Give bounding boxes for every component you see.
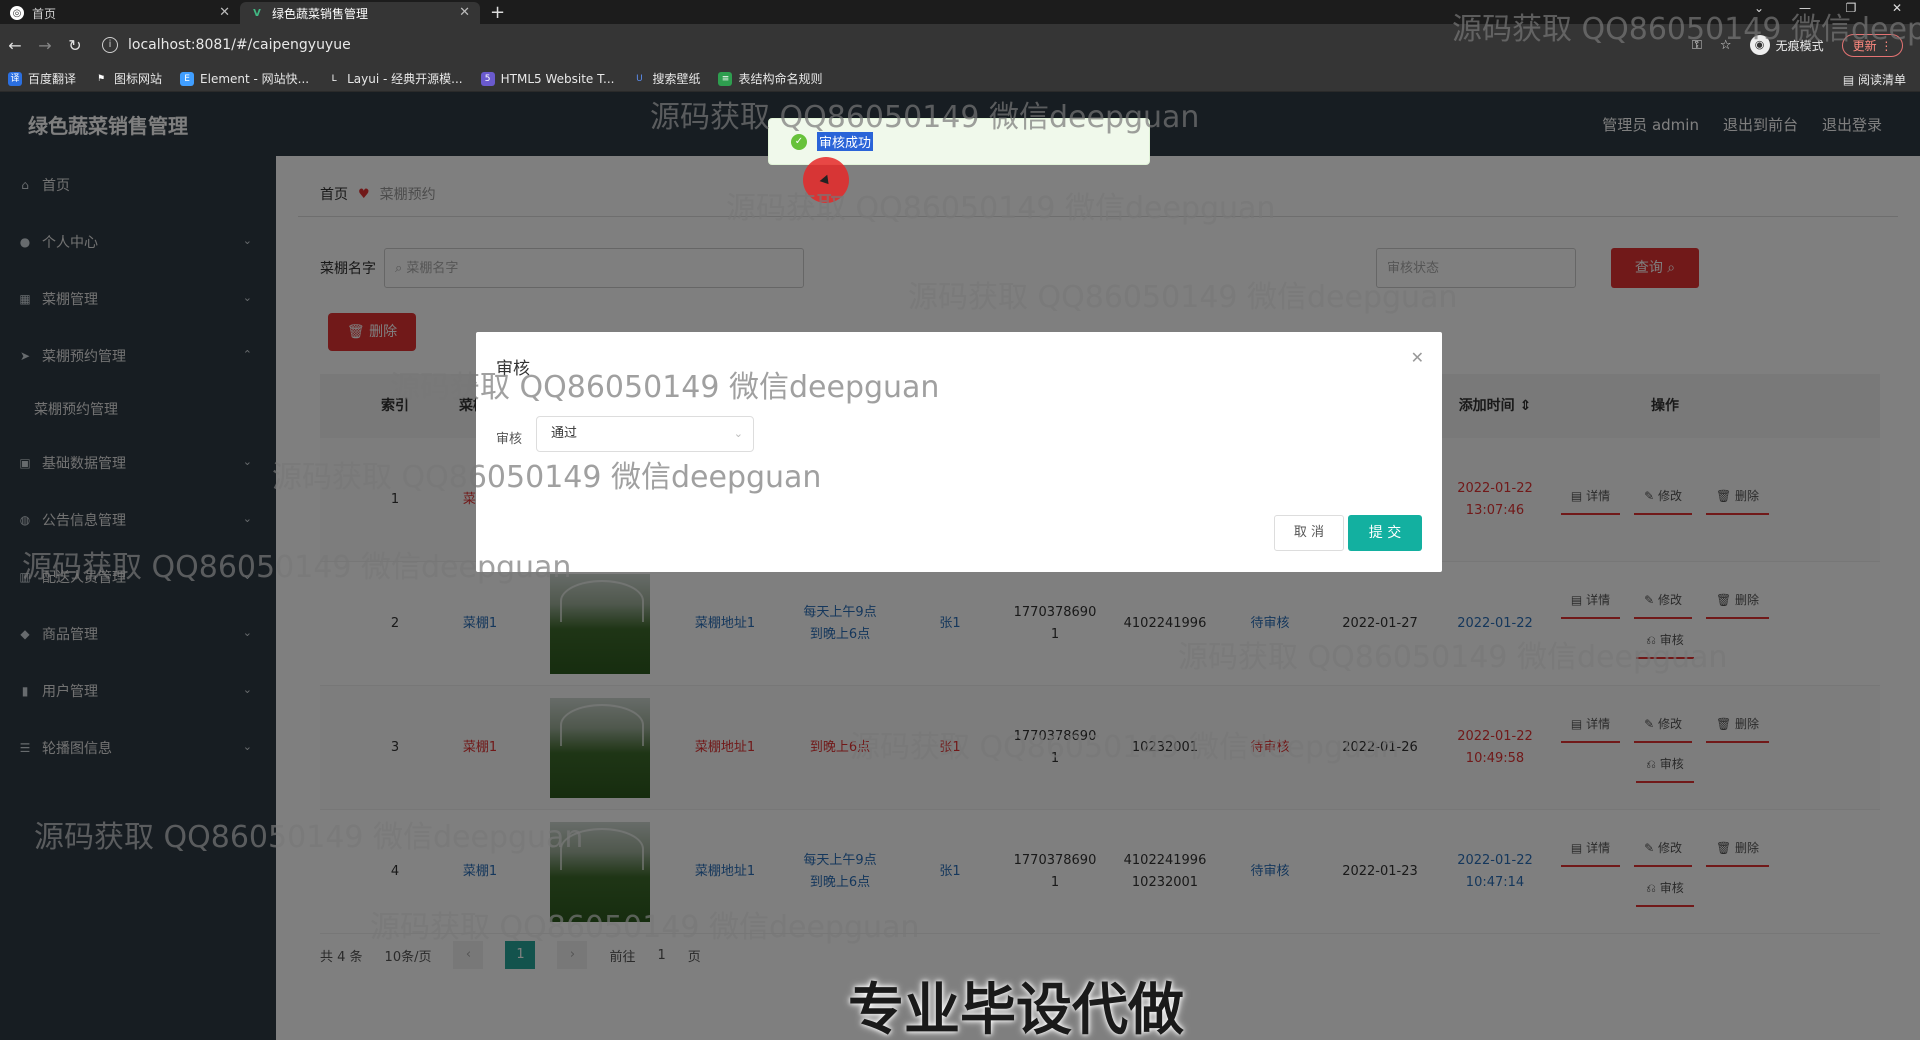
reading-list-label: 阅读清单	[1857, 73, 1906, 87]
bookmark-label: HTML5 Website T...	[500, 71, 615, 86]
flag-icon: ⚑	[96, 73, 106, 84]
update-label: 更新	[1852, 38, 1877, 53]
bookmark-item[interactable]: ⚑ 图标网站	[94, 70, 162, 87]
audit-dialog: 审核 ✕ 审核 通过 ⌄ 取 消 提 交	[476, 332, 1442, 572]
browser-tab-app[interactable]: V 绿色蔬菜销售管理 ✕	[240, 2, 480, 24]
html5-icon: 5	[480, 71, 495, 86]
cancel-button[interactable]: 取 消	[1274, 515, 1344, 551]
url-text: localhost:8081/#/caipengyuyue	[128, 37, 351, 53]
reading-list[interactable]: ▤ 阅读清单	[1843, 71, 1906, 88]
tab-label: 首页	[32, 6, 57, 21]
check-circle-icon: ✓	[791, 133, 807, 150]
bookmark-label: Layui - 经典开源模...	[347, 72, 463, 86]
bookmark-item[interactable]: U 搜索壁纸	[632, 70, 700, 87]
close-icon[interactable]: ✕	[219, 5, 230, 20]
dialog-title: 审核	[496, 359, 530, 379]
star-icon[interactable]: ☆	[1720, 38, 1732, 53]
chevron-down-icon: ⌄	[733, 427, 743, 440]
minimize-button[interactable]: —	[1782, 0, 1828, 24]
video-caption: 专业毕设代做	[848, 978, 1184, 1040]
address-bar: ← → ↻ i localhost:8081/#/caipengyuyue ⚿ …	[0, 24, 1920, 66]
bookmarks-bar: 译百度翻译 ⚑ 图标网站 E Element - 网站快... L Layui - 经…	[0, 66, 1920, 92]
globe-icon: ◎	[10, 6, 24, 20]
tab-label: 绿色蔬菜销售管理	[272, 6, 369, 21]
bookmark-item[interactable]: E Element - 网站快...	[180, 70, 309, 87]
key-icon[interactable]: ⚿	[1692, 38, 1702, 53]
forward-button[interactable]: →	[30, 36, 60, 55]
back-button[interactable]: ←	[0, 36, 30, 55]
update-button[interactable]: 更新 ⋮	[1841, 33, 1904, 57]
browser-tabbar: ◎ 首页 ✕ V 绿色蔬菜销售管理 ✕ + ⌄ — ❐ ✕	[0, 0, 1920, 24]
close-icon[interactable]: ✕	[459, 5, 470, 20]
audit-select[interactable]: 通过 ⌄	[536, 416, 754, 452]
vue-icon: V	[253, 7, 261, 19]
layui-icon: L	[331, 73, 337, 84]
bookmark-item[interactable]: ≡ 表结构命名规则	[718, 70, 822, 87]
incognito-icon: ◉	[1749, 35, 1770, 55]
bookmark-item[interactable]: 5 HTML5 Website T...	[480, 71, 615, 86]
bookmark-item[interactable]: L Layui - 经典开源模...	[327, 70, 463, 87]
browser-tab-home[interactable]: ◎ 首页 ✕	[0, 2, 240, 24]
element-icon: E	[180, 71, 195, 86]
bookmark-item[interactable]: 译百度翻译	[8, 70, 76, 87]
bookmark-label: Element - 网站快...	[200, 72, 310, 86]
bookmark-label: 搜索壁纸	[652, 72, 701, 86]
new-tab-button[interactable]: +	[490, 2, 505, 24]
incognito-indicator[interactable]: ◉ 无痕模式	[1749, 35, 1824, 55]
close-window-button[interactable]: ✕	[1874, 0, 1920, 24]
close-icon[interactable]: ✕	[1411, 348, 1424, 367]
wallpaper-icon: U	[636, 73, 643, 84]
doc-icon: ≡	[718, 71, 733, 86]
translate-icon: 译	[8, 71, 22, 86]
submit-button[interactable]: 提 交	[1348, 515, 1422, 551]
url-field[interactable]: i localhost:8081/#/caipengyuyue	[102, 31, 1662, 59]
bookmark-label: 百度翻译	[28, 72, 77, 86]
toast-message: 审核成功	[817, 132, 874, 151]
info-icon[interactable]: i	[102, 37, 118, 53]
bookmark-label: 表结构命名规则	[738, 72, 823, 86]
bookmark-label: 图标网站	[114, 72, 163, 86]
incognito-label: 无痕模式	[1775, 38, 1824, 53]
window-controls: ⌄ — ❐ ✕	[1736, 0, 1920, 24]
tab-search-icon[interactable]: ⌄	[1736, 0, 1782, 24]
restore-button[interactable]: ❐	[1828, 0, 1874, 24]
audit-field-label: 审核	[496, 432, 523, 447]
modal-overlay[interactable]: 审核 ✕ 审核 通过 ⌄ 取 消 提 交	[0, 92, 1920, 1040]
reload-button[interactable]: ↻	[60, 36, 90, 55]
audit-select-value: 通过	[551, 426, 578, 441]
